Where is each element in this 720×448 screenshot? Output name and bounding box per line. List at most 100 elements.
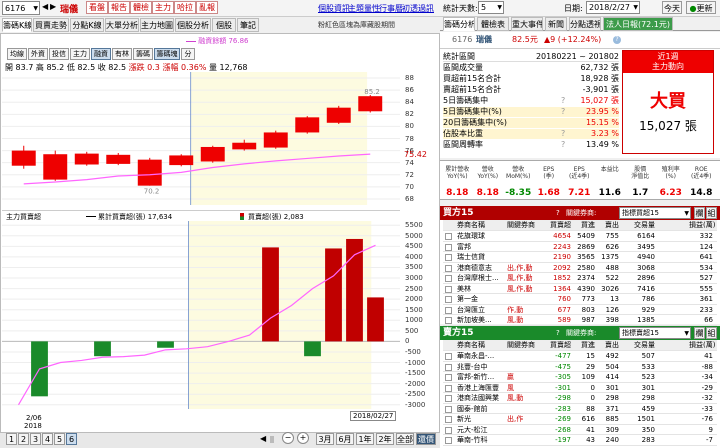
range-1y[interactable]: 1年: [356, 433, 374, 445]
table-row[interactable]: 華南永昌-... -477 15 492 507 41: [443, 351, 717, 362]
table-row[interactable]: 港商法國興業 風,動 -298 0 298 298 -32: [443, 393, 717, 404]
toolbar-btn-1[interactable]: 報告: [108, 1, 130, 14]
range-2y[interactable]: 2年: [376, 433, 394, 445]
date-input[interactable]: 2018/2/27 ▼: [586, 1, 640, 14]
table-header-cell[interactable]: 賣出: [595, 220, 619, 230]
table-row[interactable]: 港商德意志 出,作,動 2092 2580 488 3068 534: [443, 263, 717, 273]
table-row[interactable]: 花旗環球 4654 5409 755 6164 332: [443, 231, 717, 242]
tab-health[interactable]: 體檢表: [477, 17, 509, 31]
table-row[interactable]: 新光 出,作 -269 616 885 1501 -76: [443, 414, 717, 425]
tool-margin[interactable]: 融資: [91, 48, 111, 60]
row-checkbox[interactable]: [445, 374, 452, 381]
tool-split[interactable]: 分: [181, 48, 195, 60]
tab-events[interactable]: 重大事件: [511, 17, 543, 31]
refresh-button[interactable]: ●更新: [686, 1, 716, 14]
row-checkbox[interactable]: [445, 363, 452, 371]
page-6[interactable]: 6: [66, 433, 77, 445]
table-row[interactable]: 新加坡美... 風,動 589 987 398 1385 66: [443, 315, 717, 326]
tab-institution-daily[interactable]: 法人日報(72.1元): [603, 17, 673, 31]
row-checkbox[interactable]: [445, 384, 452, 392]
table-header-cell[interactable]: 交易量: [631, 340, 655, 350]
toolbar-btn-4[interactable]: 哈拉: [174, 1, 196, 14]
table-header-cell[interactable]: 損益(萬): [689, 220, 715, 230]
page-1[interactable]: 1: [6, 433, 17, 445]
row-checkbox[interactable]: [445, 275, 452, 282]
table-header-cell[interactable]: 券商名稱: [457, 220, 497, 230]
row-checkbox[interactable]: [445, 405, 452, 413]
table-header-cell[interactable]: 券商名稱: [457, 340, 497, 350]
buy-help-icon[interactable]: ?: [556, 206, 560, 220]
today-button[interactable]: 今天: [662, 1, 682, 14]
tool-chip-block[interactable]: 籌碼塊: [154, 48, 180, 60]
row-checkbox[interactable]: [445, 285, 452, 293]
scroll-left-icon[interactable]: ◀: [260, 434, 266, 443]
tab-branch-view[interactable]: 分點透視: [569, 17, 601, 31]
table-row[interactable]: 第一金 760 773 13 786 361: [443, 294, 717, 305]
buy-select[interactable]: 指標買超15 ▼: [619, 207, 691, 219]
table-row[interactable]: 台灣匯立 作,動 677 803 126 929 233: [443, 305, 717, 315]
page-4[interactable]: 4: [42, 433, 53, 445]
table-header-cell[interactable]: 買賣超: [547, 220, 571, 230]
toolbar-btn-3[interactable]: 主力: [152, 1, 174, 14]
table-header-cell[interactable]: 買進: [571, 340, 595, 350]
row-checkbox[interactable]: [445, 437, 452, 444]
buy-col-button[interactable]: 欄: [694, 207, 705, 219]
table-header-cell[interactable]: 關鍵券商: [507, 220, 547, 230]
nav-next-icon[interactable]: ▶: [50, 2, 56, 11]
tab-main-map[interactable]: 主力地圖: [140, 18, 174, 32]
nav-prev-icon[interactable]: ◀: [42, 2, 48, 11]
row-checkbox[interactable]: [445, 317, 452, 324]
tab-news[interactable]: 新聞: [545, 17, 567, 31]
table-row[interactable]: 元大-松江 -268 41 309 350 9: [443, 425, 717, 435]
table-row[interactable]: 富邦-新竹... 贏 -305 109 414 523 -34: [443, 372, 717, 383]
toolbar-btn-5[interactable]: 亂報: [196, 1, 218, 14]
table-header-cell[interactable]: 賣出: [595, 340, 619, 350]
range-6m[interactable]: 6月: [336, 433, 354, 445]
table-row[interactable]: 華南-竹科 -197 43 240 283 -7: [443, 435, 717, 446]
table-header-cell[interactable]: 買進: [571, 220, 595, 230]
help-icon[interactable]: ?: [613, 36, 621, 44]
sell-group-button[interactable]: 組: [706, 327, 717, 339]
range-adjust[interactable]: 還價: [416, 433, 436, 445]
tab-chip-kline[interactable]: 籌碼K線: [2, 18, 32, 32]
toolbar-btn-2[interactable]: 體檢: [130, 1, 152, 14]
tool-trust[interactable]: 投信: [49, 48, 69, 60]
tab-stock-analysis[interactable]: 個股分析: [175, 18, 211, 32]
tab-branch-kline[interactable]: 分點K線: [70, 18, 104, 32]
sell-help-icon[interactable]: ?: [556, 326, 560, 340]
tool-ma[interactable]: 均線: [7, 48, 27, 60]
row-checkbox[interactable]: [445, 264, 452, 272]
table-header-cell[interactable]: 關鍵券商: [507, 340, 547, 350]
table-row[interactable]: 美林 風,作,動 1364 4390 3026 7416 555: [443, 284, 717, 294]
link-stock-info[interactable]: 個股資訊: [318, 3, 350, 14]
stat-help-icon[interactable]: ?: [561, 129, 565, 139]
table-row[interactable]: 瑞士信貸 2190 3565 1375 4940 641: [443, 252, 717, 263]
page-5[interactable]: 5: [54, 433, 65, 445]
buy-group-button[interactable]: 組: [706, 207, 717, 219]
zoom-out-icon[interactable]: −: [282, 432, 294, 444]
tool-foreign[interactable]: 外資: [28, 48, 48, 60]
stat-days-select[interactable]: 5 ▼: [478, 1, 504, 14]
row-checkbox[interactable]: [445, 416, 452, 423]
stat-help-icon[interactable]: ?: [561, 107, 565, 117]
row-checkbox[interactable]: [445, 353, 452, 360]
chevron-down-icon[interactable]: ▼: [33, 2, 38, 15]
tab-trade-trend[interactable]: 買賣走勢: [33, 18, 69, 32]
table-row[interactable]: 國泰-館前 -283 88 371 459 -33: [443, 404, 717, 414]
table-header-cell[interactable]: 損益(萬): [689, 340, 715, 350]
link-preview[interactable]: 初透過訊: [402, 3, 434, 14]
row-checkbox[interactable]: [445, 243, 452, 251]
stat-help-icon[interactable]: ?: [561, 140, 565, 150]
table-row[interactable]: 香港上海匯豐風 -301 0 301 301 -29: [443, 383, 717, 393]
tool-chip[interactable]: 籌碼: [133, 48, 153, 60]
tab-notes[interactable]: 筆記: [237, 18, 259, 32]
link-calendar[interactable]: 行事曆: [379, 3, 403, 14]
row-checkbox[interactable]: [445, 233, 452, 240]
tool-main[interactable]: 主力: [70, 48, 90, 60]
link-theme[interactable]: 主題量性: [348, 3, 380, 14]
toolbar-btn-0[interactable]: 看盤: [86, 1, 108, 14]
zoom-in-icon[interactable]: +: [297, 432, 309, 444]
stock-code-box[interactable]: 6176 ▼: [2, 1, 40, 15]
tab-big-order[interactable]: 大單分析: [105, 18, 139, 32]
tab-stock[interactable]: 個股: [212, 18, 236, 32]
